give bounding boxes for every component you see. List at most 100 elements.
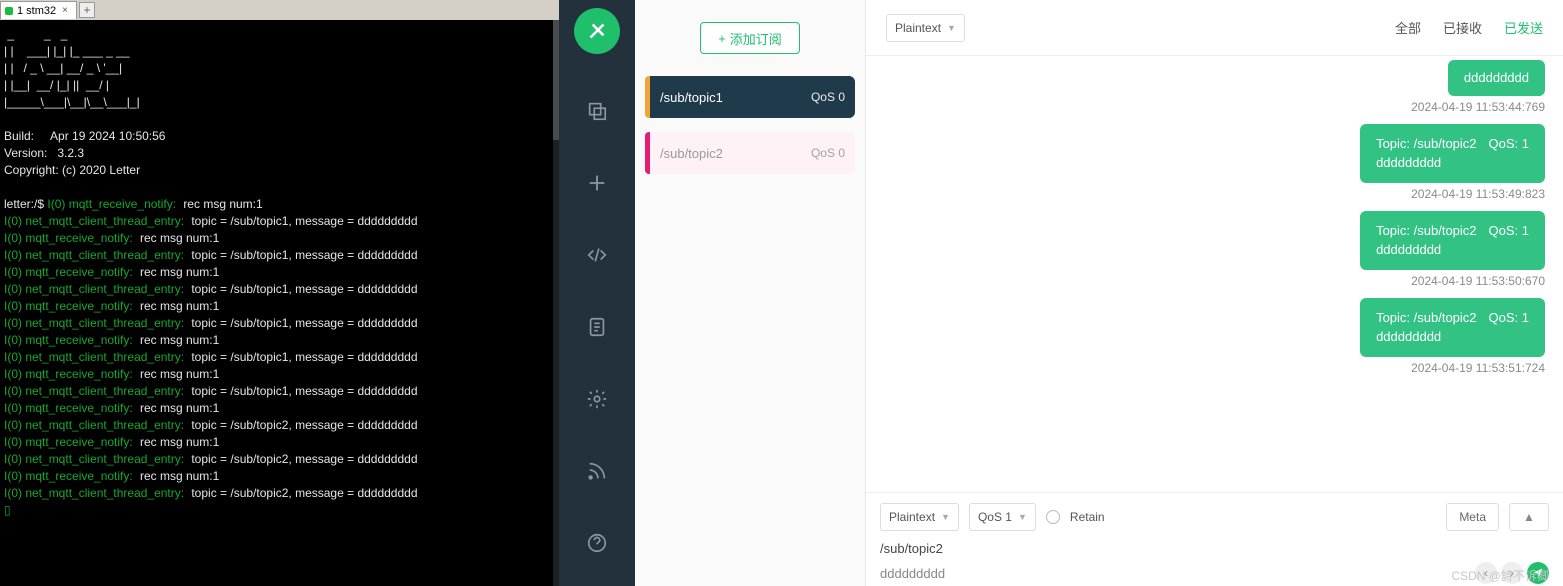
terminal-scrollbar[interactable] xyxy=(553,20,559,586)
composer-qos-select[interactable]: QoS 1 ▼ xyxy=(969,503,1036,531)
message-timestamp: 2024-04-19 11:53:49:823 xyxy=(1411,187,1545,201)
tab-sent[interactable]: 已发送 xyxy=(1504,18,1543,37)
message-qos: QoS: 1 xyxy=(1489,134,1529,154)
app-sidebar xyxy=(559,0,635,586)
log-rec: rec msg num:1 xyxy=(140,231,219,245)
log-tag: I(0) net_mqtt_client_thread_entry: xyxy=(4,350,184,364)
accent-bar xyxy=(645,132,650,174)
log-rec: rec msg num:1 xyxy=(140,265,219,279)
code-icon[interactable] xyxy=(559,232,635,278)
subscription-item[interactable]: /sub/topic1 QoS 0 xyxy=(645,76,855,118)
tab-title: 1 stm32 xyxy=(17,5,56,17)
close-icon[interactable]: × xyxy=(62,5,68,16)
subscription-qos: QoS 0 xyxy=(811,90,845,104)
add-subscription-label: 添加订阅 xyxy=(730,29,782,48)
plus-icon[interactable] xyxy=(559,160,635,206)
terminal-tab[interactable]: 1 stm32 × xyxy=(0,1,77,19)
log-tag: I(0) mqtt_receive_notify: xyxy=(4,231,133,245)
composer-format-select[interactable]: Plaintext ▼ xyxy=(880,503,959,531)
message-topic: Topic: /sub/topic2 xyxy=(1376,221,1476,241)
messages-pane: Plaintext ▼ 全部 已接收 已发送 ddddddddd 2024-04… xyxy=(865,0,1563,586)
meta-label: Meta xyxy=(1459,510,1486,524)
plus-icon: + xyxy=(718,31,726,46)
copy-icon[interactable] xyxy=(559,88,635,134)
terminal-tab-bar: 1 stm32 × + xyxy=(0,0,559,20)
log-msg: topic = /sub/topic1, message = ddddddddd xyxy=(191,282,417,296)
filter-tabs: 全部 已接收 已发送 xyxy=(1395,18,1543,37)
log-rec: rec msg num:1 xyxy=(140,435,219,449)
message-body: ddddddddd xyxy=(1376,240,1529,260)
log-tag: I(0) mqtt_receive_notify: xyxy=(4,469,133,483)
retain-label: Retain xyxy=(1070,510,1105,524)
log-tag: I(0) mqtt_receive_notify: xyxy=(4,435,133,449)
script-icon[interactable] xyxy=(559,304,635,350)
add-tab-button[interactable]: + xyxy=(79,2,95,18)
meta-button[interactable]: Meta xyxy=(1446,503,1499,531)
terminal-body[interactable]: _ _ _ | | ___| |_| |_ ___ _ __ | | / _ \… xyxy=(0,20,559,586)
chevron-down-icon: ▼ xyxy=(947,23,956,33)
composer-options: Plaintext ▼ QoS 1 ▼ Retain Meta ▲ xyxy=(866,493,1563,541)
log-rec: rec msg num:1 xyxy=(140,401,219,415)
ascii-art: _ _ _ | | ___| |_| |_ ___ _ __ | | / _ \… xyxy=(4,27,140,109)
chevron-up-icon: ▲ xyxy=(1523,510,1535,524)
log-tag: I(0) mqtt_receive_notify: xyxy=(4,401,133,415)
sent-message: Topic: /sub/topic2 QoS: 1 ddddddddd xyxy=(1360,298,1545,357)
prompt: letter:/$ xyxy=(4,197,47,211)
collapse-button[interactable]: ▲ xyxy=(1509,503,1549,531)
log-tag: I(0) net_mqtt_client_thread_entry: xyxy=(4,316,184,330)
subscription-item[interactable]: /sub/topic2 QoS 0 xyxy=(645,132,855,174)
format-select-label: Plaintext xyxy=(895,21,941,35)
log-tag: I(0) mqtt_receive_notify: xyxy=(4,265,133,279)
radio-icon xyxy=(1046,510,1060,524)
message-timestamp: 2024-04-19 11:53:44:769 xyxy=(1411,100,1545,114)
message-timestamp: 2024-04-19 11:53:50:670 xyxy=(1411,274,1545,288)
rss-icon[interactable] xyxy=(559,448,635,494)
chevron-down-icon: ▼ xyxy=(1018,512,1027,522)
log-msg: topic = /sub/topic1, message = ddddddddd xyxy=(191,316,417,330)
log-tag: I(0) net_mqtt_client_thread_entry: xyxy=(4,452,184,466)
message-topic: Topic: /sub/topic2 xyxy=(1376,134,1476,154)
message-qos: QoS: 1 xyxy=(1489,308,1529,328)
composer-body-input[interactable]: ddddddddd xyxy=(880,566,1471,581)
log-msg: topic = /sub/topic2, message = ddddddddd xyxy=(191,452,417,466)
log-rec: rec msg num:1 xyxy=(140,299,219,313)
log-tag: I(0) net_mqtt_client_thread_entry: xyxy=(4,248,184,262)
message-topic: Topic: /sub/topic2 xyxy=(1376,308,1476,328)
composer-format-label: Plaintext xyxy=(889,510,935,524)
subscription-qos: QoS 0 xyxy=(811,146,845,160)
log-tag: I(0) net_mqtt_client_thread_entry: xyxy=(4,418,184,432)
messages-list[interactable]: ddddddddd 2024-04-19 11:53:44:769 Topic:… xyxy=(866,56,1563,492)
retain-toggle[interactable]: Retain xyxy=(1046,510,1105,524)
messages-header: Plaintext ▼ 全部 已接收 已发送 xyxy=(866,0,1563,56)
sent-message: Topic: /sub/topic2 QoS: 1 ddddddddd xyxy=(1360,211,1545,270)
brand-logo[interactable] xyxy=(574,8,620,54)
log-rec: rec msg num:1 xyxy=(183,197,262,211)
version-value: 3.2.3 xyxy=(57,146,84,160)
log-rec: rec msg num:1 xyxy=(140,367,219,381)
subscriptions-column: + 添加订阅 /sub/topic1 QoS 0 /sub/topic2 QoS… xyxy=(635,0,865,586)
log-rec: rec msg num:1 xyxy=(140,469,219,483)
gear-icon[interactable] xyxy=(559,376,635,422)
subscription-name: /sub/topic1 xyxy=(660,90,811,105)
help-icon[interactable] xyxy=(559,520,635,566)
log-tag: I(0) mqtt_receive_notify: xyxy=(47,197,176,211)
log-tag: I(0) net_mqtt_client_thread_entry: xyxy=(4,486,184,500)
format-select[interactable]: Plaintext ▼ xyxy=(886,14,965,42)
cursor: ▯ xyxy=(4,503,11,517)
message-timestamp: 2024-04-19 11:53:51:724 xyxy=(1411,361,1545,375)
log-tag: I(0) net_mqtt_client_thread_entry: xyxy=(4,282,184,296)
tab-all[interactable]: 全部 xyxy=(1395,18,1421,37)
composer-qos-label: QoS 1 xyxy=(978,510,1012,524)
log-tag: I(0) net_mqtt_client_thread_entry: xyxy=(4,214,184,228)
subscription-name: /sub/topic2 xyxy=(660,146,811,161)
tab-received[interactable]: 已接收 xyxy=(1443,18,1482,37)
copyright-label: Copyright: xyxy=(4,163,59,177)
build-label: Build: xyxy=(4,129,34,143)
log-tag: I(0) mqtt_receive_notify: xyxy=(4,299,133,313)
accent-bar xyxy=(645,76,650,118)
message-body: ddddddddd xyxy=(1376,153,1529,173)
terminal-pane: 1 stm32 × + _ _ _ | | ___| |_| |_ ___ _ … xyxy=(0,0,559,586)
add-subscription-button[interactable]: + 添加订阅 xyxy=(700,22,800,54)
composer-topic-input[interactable]: /sub/topic2 xyxy=(866,541,1563,562)
log-msg: topic = /sub/topic1, message = ddddddddd xyxy=(191,350,417,364)
